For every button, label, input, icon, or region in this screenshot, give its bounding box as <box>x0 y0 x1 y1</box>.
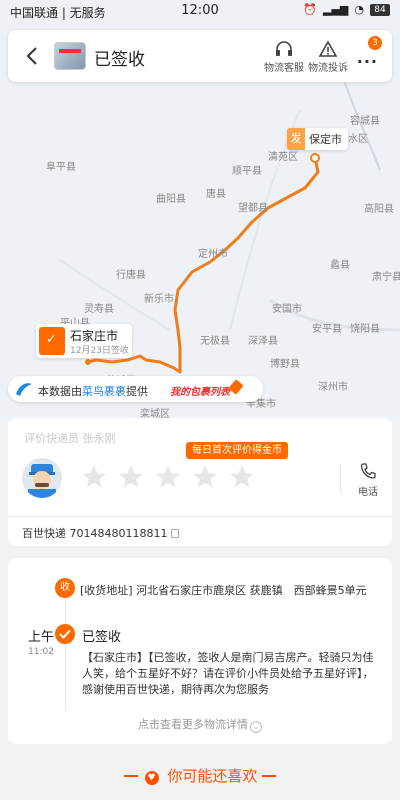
map-place-label: 阜平县 <box>46 162 76 173</box>
heart-icon: ♥ <box>144 771 159 785</box>
cainiao-logo-icon <box>16 383 32 396</box>
status-bar: 中国联通 | 无服务 12:00 ⏰ ▂▄▆ ◔ 84 <box>0 0 400 22</box>
tracking-text: 百世快递 70148480118811 <box>22 527 168 540</box>
wifi-icon: ◔ <box>354 3 364 16</box>
map-place-label: 深州市 <box>318 382 348 393</box>
call-courier-button[interactable]: 电话 <box>352 462 384 498</box>
map-place-label: 清苑区 <box>268 152 298 163</box>
product-thumbnail[interactable] <box>54 42 86 70</box>
timeline-line <box>65 580 66 710</box>
map-place-label: 安国市 <box>272 304 302 315</box>
status-icons: ⏰ ▂▄▆ ◔ 84 <box>303 3 390 16</box>
event-clock: 11:02 <box>28 647 54 657</box>
map-place-label: 安平县 <box>312 324 342 335</box>
headset-icon <box>262 39 306 59</box>
receive-address: [收货地址] 河北省石家庄市鹿泉区 获鹿镇 西部蜂景5单元 <box>80 584 367 597</box>
battery-icon: 84 <box>370 3 390 16</box>
data-provider-banner[interactable]: 本数据由菜鸟裹裹提供 我的包裹列表 <box>8 376 263 402</box>
destination-name: 保定市 <box>309 133 342 146</box>
courier-label: 评价快递员 张永刚 <box>24 432 116 445</box>
destination-pin[interactable]: 发 保定市 <box>287 128 348 150</box>
map-place-label: 蠡县 <box>330 260 350 271</box>
courier-avatar <box>22 458 62 498</box>
map-place-label: 博野县 <box>270 359 300 370</box>
provider-text: 本数据由菜鸟裹裹提供 <box>38 383 148 399</box>
signal-icon: ▂▄▆ <box>323 3 349 16</box>
map-place-label: 行唐县 <box>116 270 146 281</box>
logistics-service-button[interactable]: 物流客服 <box>262 39 306 74</box>
header-bar: 已签收 物流客服 物流投诉 3 ··· <box>8 30 392 82</box>
origin-pin[interactable]: 石家庄市 12月23日签收 <box>36 324 132 358</box>
map-place-label: 顺平县 <box>232 166 262 177</box>
divider <box>123 775 138 777</box>
logistics-timeline: 收 [收货地址] 河北省石家庄市鹿泉区 获鹿镇 西部蜂景5单元 上午 11:02… <box>8 558 392 744</box>
divider <box>262 775 277 777</box>
origin-name: 石家庄市 <box>70 329 119 343</box>
chevron-down-icon: ⌄ <box>250 721 262 733</box>
map-place-label: 定州市 <box>198 249 228 260</box>
rating-stars[interactable] <box>80 463 256 491</box>
map-place-label: 灵寿县 <box>84 304 114 315</box>
provider-source: 菜鸟裹裹 <box>82 385 126 398</box>
see-more-link[interactable]: 点击查看更多物流详情 ⌄ <box>8 716 392 733</box>
recommend-header: ♥ 你可能还喜欢 <box>0 765 400 786</box>
map-place-label: 新乐市 <box>144 294 174 305</box>
complaint-label: 物流投诉 <box>308 63 348 74</box>
event-title: 已签收 <box>82 630 122 645</box>
warning-icon <box>306 39 350 59</box>
destination-badge: 发 <box>287 128 305 150</box>
event-time: 上午 11:02 <box>24 626 58 657</box>
map-place-label: 深泽县 <box>248 336 278 347</box>
copy-icon[interactable] <box>171 529 180 538</box>
star-icon[interactable] <box>154 463 182 491</box>
star-icon[interactable] <box>80 463 108 491</box>
recommend-title: 你可能还喜欢 <box>167 767 258 785</box>
phone-icon <box>360 463 376 479</box>
map-place-label: 唐县 <box>206 189 226 200</box>
provider-prefix: 本数据由 <box>38 385 82 398</box>
star-icon[interactable] <box>228 463 256 491</box>
star-icon[interactable] <box>191 463 219 491</box>
divider <box>340 464 341 492</box>
service-label: 物流客服 <box>264 63 304 74</box>
map-place-label: 无极县 <box>200 336 230 347</box>
see-more-text: 点击查看更多物流详情 <box>138 718 248 731</box>
package-list-link[interactable]: 我的包裹列表 <box>170 383 230 398</box>
back-button[interactable] <box>22 44 44 68</box>
receive-node: 收 <box>55 578 75 598</box>
map-place-label: 肃宁县 <box>372 272 400 283</box>
tracking-number[interactable]: 百世快递 70148480118811 <box>22 525 180 541</box>
tag-icon <box>228 379 244 395</box>
event-period: 上午 <box>27 630 54 645</box>
more-badge: 3 <box>368 36 382 50</box>
map-place-label: 曲阳县 <box>156 194 186 205</box>
event-detail: 【石家庄市】【已签收，签收人是南门易吉房产。轻骑只为佳人笑，给个五星好不好？请在… <box>82 651 374 696</box>
more-dots-icon: ··· <box>356 52 378 71</box>
star-icon[interactable] <box>117 463 145 491</box>
logistics-complaint-button[interactable]: 物流投诉 <box>306 39 350 74</box>
check-icon <box>55 624 75 644</box>
phone-label: 电话 <box>358 487 378 498</box>
courier-rating-card: 评价快递员 张永刚 每日首次评价得金币 电话 百世快递 701484801188… <box>8 418 392 546</box>
map-place-label: 饶阳县 <box>350 324 380 335</box>
signed-package-icon <box>39 327 65 355</box>
page-title: 已签收 <box>94 50 145 70</box>
divider <box>8 516 392 517</box>
provider-suffix: 提供 <box>126 385 148 398</box>
map-place-label: 容城县 <box>350 116 380 127</box>
origin-date: 12月23日签收 <box>70 346 129 356</box>
map-place-label: 望都县 <box>238 203 268 214</box>
alarm-icon: ⏰ <box>303 3 317 16</box>
map-place-label: 高阳县 <box>364 204 394 215</box>
coin-promo-badge: 每日首次评价得金币 <box>186 442 288 459</box>
chevron-left-icon <box>26 47 37 65</box>
